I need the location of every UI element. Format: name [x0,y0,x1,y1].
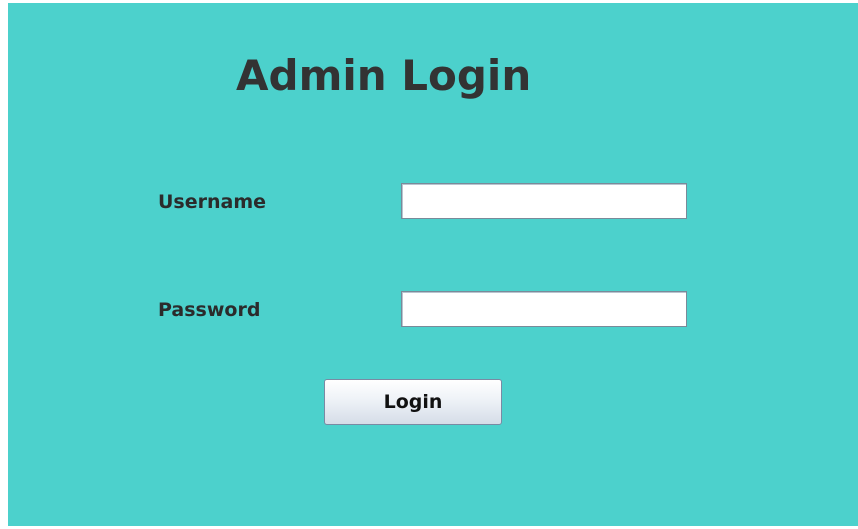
page-title: Admin Login [236,51,532,100]
login-panel: Admin Login Username Password Login [8,3,858,526]
username-label: Username [158,191,267,213]
login-button[interactable]: Login [324,379,502,425]
password-field[interactable] [401,291,687,327]
username-field[interactable] [401,183,687,219]
password-label: Password [158,299,261,321]
